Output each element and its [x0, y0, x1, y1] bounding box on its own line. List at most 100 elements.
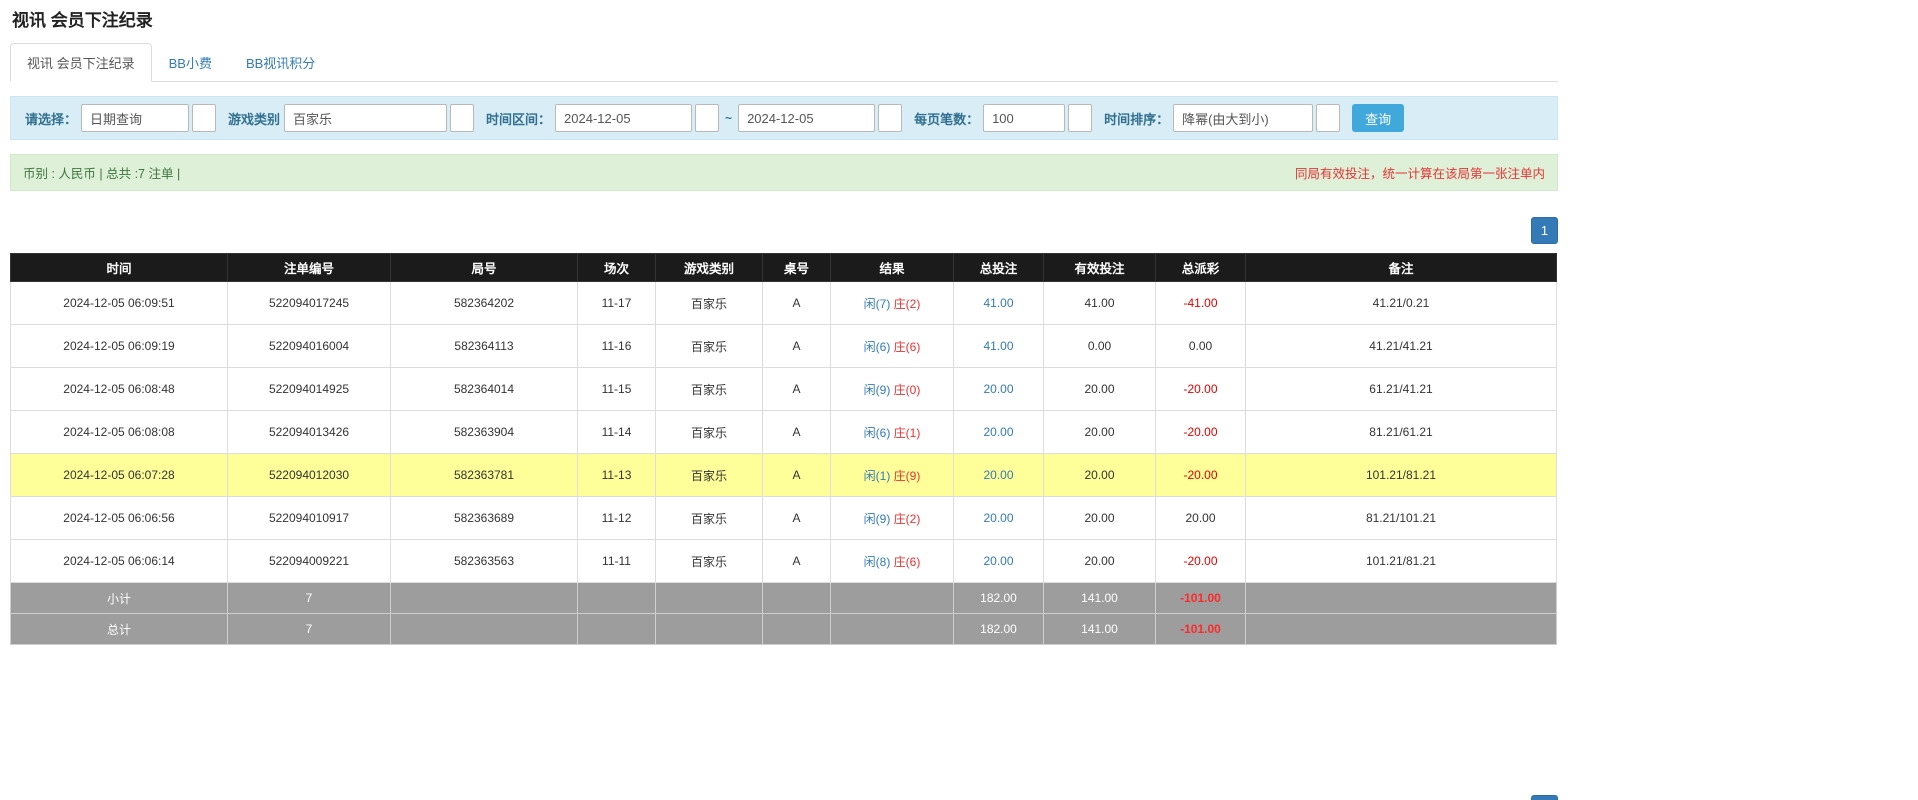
- total-bet-cell: 20.00: [954, 497, 1044, 540]
- session-cell: 11-17: [578, 282, 656, 325]
- page-button-1[interactable]: 1: [1531, 795, 1558, 800]
- bet-id-cell: 522094009221: [228, 540, 391, 583]
- total-count: 7: [228, 614, 391, 645]
- column-header-time: 时间: [11, 254, 228, 282]
- result-player: 闲(1): [864, 469, 891, 483]
- result-cell: 闲(6) 庄(6): [831, 325, 954, 368]
- payout-cell: -41.00: [1156, 282, 1246, 325]
- filter-bar: 请选择： 游戏类别 时间区间： ~ 每页笔数： 时间排序： 查询: [10, 96, 1558, 140]
- valid-bet-cell: 20.00: [1044, 411, 1156, 454]
- table-row: 2024-12-05 06:09:51 522094017245 5823642…: [11, 282, 1557, 325]
- valid-bet-notice: 同局有效投注，统一计算在该局第一张注单内: [1295, 163, 1545, 182]
- total-bet-link[interactable]: 41.00: [983, 296, 1013, 310]
- query-type-dropdown-toggle[interactable]: [192, 104, 216, 132]
- date-to-input[interactable]: [738, 104, 875, 132]
- main-container: 视讯 会员下注纪录 视讯 会员下注纪录 BB小费 BB视讯积分 请选择： 游戏类…: [10, 6, 1558, 800]
- time-sort-dropdown-toggle[interactable]: [1316, 104, 1340, 132]
- remark-cell: 101.21/81.21: [1246, 454, 1557, 497]
- round-cell: 582363781: [391, 454, 578, 497]
- table-row: 2024-12-05 06:06:14 522094009221 5823635…: [11, 540, 1557, 583]
- column-header-bet-id: 注单编号: [228, 254, 391, 282]
- page-title: 视讯 会员下注纪录: [12, 6, 1558, 31]
- result-cell: 闲(7) 庄(2): [831, 282, 954, 325]
- date-from-dropdown-toggle[interactable]: [695, 104, 719, 132]
- table-no-cell: A: [763, 368, 831, 411]
- total-bet-link[interactable]: 41.00: [983, 339, 1013, 353]
- valid-bet-cell: 20.00: [1044, 540, 1156, 583]
- time-cell: 2024-12-05 06:09:19: [11, 325, 228, 368]
- total-bet-cell: 20.00: [954, 454, 1044, 497]
- remark-cell: 101.21/81.21: [1246, 540, 1557, 583]
- tab-betting-records[interactable]: 视讯 会员下注纪录: [10, 43, 152, 82]
- game-type-cell: 百家乐: [656, 411, 763, 454]
- total-bet-link[interactable]: 20.00: [983, 511, 1013, 525]
- currency-total-text: 币别 : 人民币 | 总共 :7 注单 |: [23, 163, 180, 182]
- column-header-session: 场次: [578, 254, 656, 282]
- result-banker: 庄(9): [894, 469, 921, 483]
- valid-bet-cell: 20.00: [1044, 454, 1156, 497]
- range-separator: ~: [725, 111, 732, 125]
- result-banker: 庄(2): [894, 297, 921, 311]
- time-cell: 2024-12-05 06:06:14: [11, 540, 228, 583]
- pagination-bottom: 1: [10, 795, 1558, 800]
- per-page-input[interactable]: [983, 104, 1065, 132]
- table-no-cell: A: [763, 282, 831, 325]
- result-cell: 闲(8) 庄(6): [831, 540, 954, 583]
- valid-bet-cell: 41.00: [1044, 282, 1156, 325]
- bet-id-cell: 522094017245: [228, 282, 391, 325]
- table-row: 2024-12-05 06:09:19 522094016004 5823641…: [11, 325, 1557, 368]
- time-range-label: 时间区间：: [486, 109, 551, 128]
- total-bet-link[interactable]: 20.00: [983, 554, 1013, 568]
- game-type-cell: 百家乐: [656, 540, 763, 583]
- session-cell: 11-15: [578, 368, 656, 411]
- payout-cell: 20.00: [1156, 497, 1246, 540]
- result-cell: 闲(6) 庄(1): [831, 411, 954, 454]
- header-row: 时间 注单编号 局号 场次 游戏类别 桌号 结果 总投注 有效投注 总派彩 备注: [11, 254, 1557, 282]
- table-row-highlighted: 2024-12-05 06:07:28 522094012030 5823637…: [11, 454, 1557, 497]
- total-bet-cell: 41.00: [954, 325, 1044, 368]
- total-bet-cell: 20.00: [954, 368, 1044, 411]
- tab-bb-points[interactable]: BB视讯积分: [229, 43, 332, 82]
- game-type-cell: 百家乐: [656, 282, 763, 325]
- total-bet-link[interactable]: 20.00: [983, 468, 1013, 482]
- tab-bb-tips[interactable]: BB小费: [152, 43, 229, 82]
- query-type-input[interactable]: [81, 104, 189, 132]
- game-type-dropdown-toggle[interactable]: [450, 104, 474, 132]
- tab-bar: 视讯 会员下注纪录 BB小费 BB视讯积分: [10, 43, 1558, 82]
- table-row: 2024-12-05 06:08:08 522094013426 5823639…: [11, 411, 1557, 454]
- time-sort-input[interactable]: [1173, 104, 1313, 132]
- session-cell: 11-11: [578, 540, 656, 583]
- date-from-input[interactable]: [555, 104, 692, 132]
- search-button[interactable]: 查询: [1352, 104, 1404, 132]
- column-header-table-no: 桌号: [763, 254, 831, 282]
- column-header-payout: 总派彩: [1156, 254, 1246, 282]
- page-button-1[interactable]: 1: [1531, 217, 1558, 244]
- valid-bet-cell: 20.00: [1044, 497, 1156, 540]
- game-type-cell: 百家乐: [656, 368, 763, 411]
- result-banker: 庄(6): [894, 340, 921, 354]
- column-header-round: 局号: [391, 254, 578, 282]
- result-banker: 庄(1): [894, 426, 921, 440]
- total-total-bet: 182.00: [954, 614, 1044, 645]
- column-header-total-bet: 总投注: [954, 254, 1044, 282]
- table-row: 2024-12-05 06:06:56 522094010917 5823636…: [11, 497, 1557, 540]
- result-player: 闲(8): [864, 555, 891, 569]
- total-bet-link[interactable]: 20.00: [983, 425, 1013, 439]
- session-cell: 11-16: [578, 325, 656, 368]
- game-type-input[interactable]: [284, 104, 447, 132]
- total-label: 总计: [11, 614, 228, 645]
- payout-cell: -20.00: [1156, 411, 1246, 454]
- result-cell: 闲(1) 庄(9): [831, 454, 954, 497]
- total-row: 总计 7 182.00 141.00 -101.00: [11, 614, 1557, 645]
- select-type-label: 请选择：: [25, 109, 77, 128]
- result-player: 闲(7): [864, 297, 891, 311]
- result-cell: 闲(9) 庄(2): [831, 497, 954, 540]
- per-page-dropdown-toggle[interactable]: [1068, 104, 1092, 132]
- subtotal-valid-bet: 141.00: [1044, 583, 1156, 614]
- round-cell: 582364014: [391, 368, 578, 411]
- total-bet-link[interactable]: 20.00: [983, 382, 1013, 396]
- result-player: 闲(6): [864, 426, 891, 440]
- game-type-cell: 百家乐: [656, 497, 763, 540]
- date-to-dropdown-toggle[interactable]: [878, 104, 902, 132]
- subtotal-row: 小计 7 182.00 141.00 -101.00: [11, 583, 1557, 614]
